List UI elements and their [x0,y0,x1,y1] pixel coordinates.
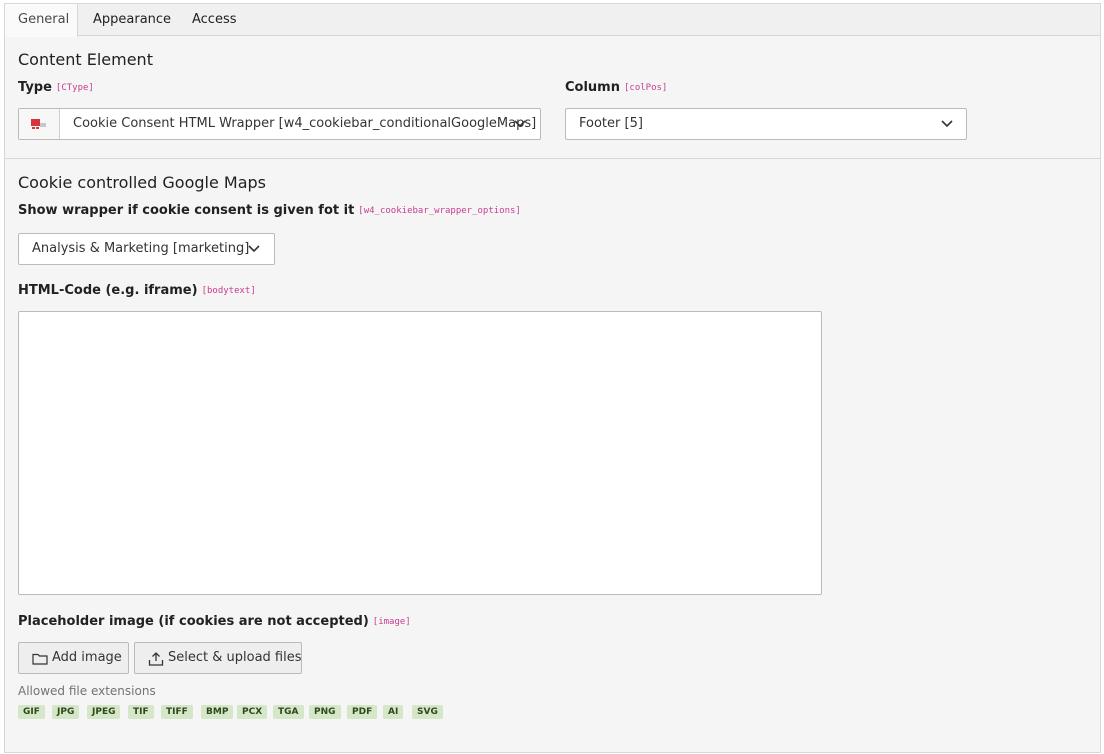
extension-badge: BMP [201,705,234,719]
tab-access[interactable]: Access [179,4,250,36]
tab-general[interactable]: General [5,4,78,37]
html-code-label: HTML-Code (e.g. iframe) [bodytext] [18,283,256,298]
wrapper-option-label-text: Show wrapper if cookie consent is given … [18,203,355,218]
column-field-code: [colPos] [623,83,668,93]
chevron-down-icon [941,120,953,128]
placeholder-image-label-text: Placeholder image (if cookies are not ac… [18,614,369,629]
wrapper-option-value: Analysis & Marketing [marketing] [32,241,250,256]
section-heading-content-element: Content Element [18,50,153,69]
extension-badge: GIF [18,705,45,719]
extension-badge: PCX [237,705,268,719]
add-image-button[interactable]: Add image [18,642,129,674]
content-element-icon [31,119,46,129]
type-select[interactable]: Cookie Consent HTML Wrapper [w4_cookieba… [18,108,541,140]
extension-badge: JPG [52,705,80,719]
section-divider [5,158,1100,159]
wrapper-option-select[interactable]: Analysis & Marketing [marketing] [18,233,275,265]
type-field-label: Type [CType] [18,80,94,95]
allowed-extensions-label: Allowed file extensions [18,684,156,698]
section-heading-maps: Cookie controlled Google Maps [18,173,266,192]
extension-badge: TIFF [161,705,193,719]
type-select-value: Cookie Consent HTML Wrapper [w4_cookieba… [73,116,537,131]
html-code-label-text: HTML-Code (e.g. iframe) [18,283,198,298]
column-select-value: Footer [5] [579,116,643,131]
form-frame: General Appearance Access Content Elemen… [4,3,1101,753]
extension-badge: TIF [128,705,154,719]
select-upload-files-button[interactable]: Select & upload files [134,642,302,674]
column-field-label: Column [colPos] [565,80,667,95]
extension-badge: PNG [309,705,341,719]
type-field-code: [CType] [55,83,94,93]
placeholder-image-code: [image] [372,617,411,627]
add-image-label: Add image [52,650,122,665]
html-code-code: [bodytext] [201,286,256,296]
chevron-down-icon [514,120,526,128]
folder-icon [32,653,48,665]
type-label-text: Type [18,80,52,95]
column-select[interactable]: Footer [5] [565,108,967,140]
select-upload-files-label: Select & upload files [168,650,302,665]
column-label-text: Column [565,80,620,95]
tab-bar: General Appearance Access [5,4,1100,37]
extension-badge: SVG [412,705,443,719]
extension-badge: JPEG [87,705,121,719]
extension-badge: TGA [273,705,304,719]
extension-badge: PDF [347,705,378,719]
placeholder-image-label: Placeholder image (if cookies are not ac… [18,614,411,629]
chevron-down-icon [248,245,260,253]
wrapper-option-label: Show wrapper if cookie consent is given … [18,203,521,218]
wrapper-option-code: [w4_cookiebar_wrapper_options] [358,206,521,216]
upload-icon [148,652,164,666]
html-code-textarea[interactable] [18,311,822,595]
extension-badge: AI [383,705,404,719]
type-icon-box [19,109,60,139]
tab-appearance[interactable]: Appearance [80,4,184,36]
